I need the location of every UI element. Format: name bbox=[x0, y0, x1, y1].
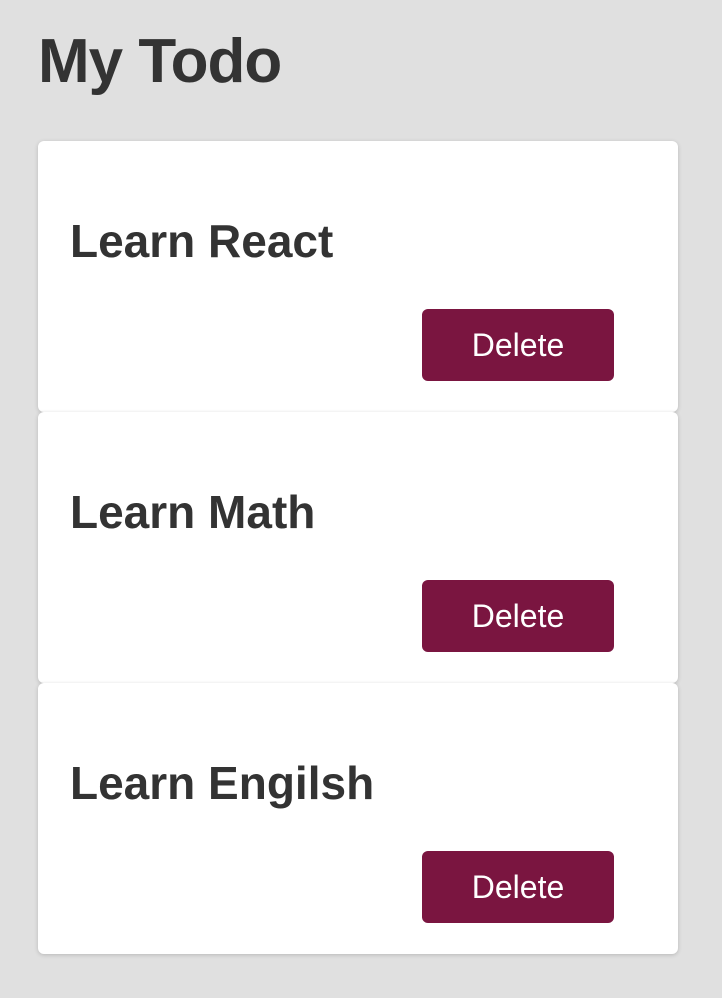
todo-title: Learn Math bbox=[70, 486, 316, 538]
todo-item: Learn React Delete bbox=[38, 141, 678, 412]
todo-item: Learn Math Delete bbox=[38, 412, 678, 683]
delete-button[interactable]: Delete bbox=[422, 309, 614, 381]
delete-button[interactable]: Delete bbox=[422, 580, 614, 652]
delete-button[interactable]: Delete bbox=[422, 851, 614, 923]
page-title: My Todo bbox=[38, 27, 282, 96]
todo-list: Learn React Delete Learn Math Delete Lea… bbox=[38, 141, 678, 954]
todo-title: Learn Engilsh bbox=[70, 757, 375, 809]
todo-item: Learn Engilsh Delete bbox=[38, 683, 678, 954]
todo-title: Learn React bbox=[70, 215, 334, 267]
